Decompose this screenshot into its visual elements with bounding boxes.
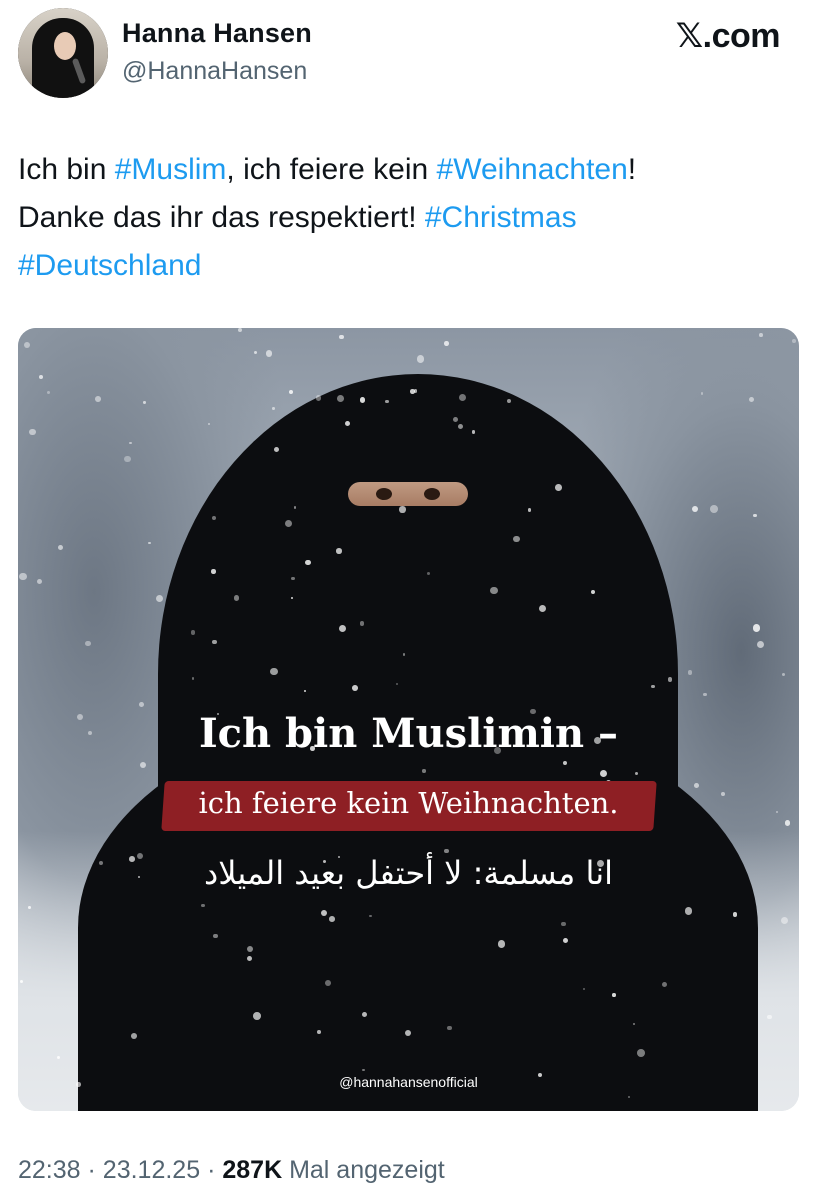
snowflake bbox=[211, 569, 216, 574]
snowflake bbox=[156, 594, 164, 602]
snowflake bbox=[513, 535, 520, 542]
image-arabic-text: انا مسلمة: لا أحتفل بعيد الميلاد bbox=[203, 854, 614, 892]
snowflake bbox=[703, 692, 707, 697]
snowflake bbox=[143, 401, 146, 404]
snowflake bbox=[253, 1012, 261, 1020]
snowflake bbox=[416, 355, 425, 363]
avatar-face bbox=[54, 32, 76, 60]
eye-right bbox=[424, 488, 440, 500]
view-count-label: Mal angezeigt bbox=[289, 1156, 445, 1184]
author-handle[interactable]: @HannaHansen bbox=[122, 57, 307, 86]
snowflake bbox=[36, 578, 42, 585]
snowflake bbox=[443, 340, 449, 346]
snowflake bbox=[352, 684, 359, 691]
snowflake bbox=[95, 396, 101, 403]
author-name[interactable]: Hanna Hansen bbox=[122, 18, 312, 49]
snowflake bbox=[56, 1055, 60, 1059]
meta-separator: · bbox=[87, 1156, 96, 1184]
snowflake bbox=[752, 624, 760, 632]
tweet-meta: 22:38 · 23.12.25 · 287K Mal angezeigt bbox=[18, 1156, 445, 1185]
snowflake bbox=[422, 769, 426, 773]
snowflake bbox=[636, 1049, 645, 1057]
tweet-text-segment: Danke das ihr das respektiert! bbox=[18, 201, 425, 234]
snowflake bbox=[687, 669, 693, 675]
avatar[interactable] bbox=[18, 8, 108, 98]
snowflake bbox=[269, 667, 278, 676]
snowflake bbox=[293, 506, 296, 509]
tweet-text: Ich bin #Muslim, ich feiere kein #Weihna… bbox=[18, 146, 798, 290]
snowflake bbox=[661, 981, 668, 987]
snowflake bbox=[362, 1011, 368, 1017]
hashtag-weihnachten[interactable]: #Weihnachten bbox=[437, 153, 628, 186]
snowflake bbox=[253, 350, 257, 354]
eye-left bbox=[376, 488, 392, 500]
tweet-date[interactable]: 23.12.25 bbox=[103, 1156, 200, 1184]
snowflake bbox=[23, 342, 30, 348]
snowflake bbox=[562, 938, 568, 944]
snowflake bbox=[634, 771, 638, 775]
x-logo: 𝕏.com bbox=[675, 17, 781, 55]
image-subline: ich feiere kein Weihnachten. bbox=[198, 786, 619, 820]
tweet-text-segment: ! bbox=[627, 153, 637, 186]
tweet-text-segment: Ich bin bbox=[18, 153, 115, 186]
snowflake bbox=[29, 428, 36, 435]
snowflake bbox=[561, 921, 566, 927]
snowflake bbox=[612, 993, 616, 997]
snowflake bbox=[321, 909, 328, 916]
snowflake bbox=[212, 933, 218, 939]
snowflake bbox=[600, 769, 608, 777]
snowflake bbox=[506, 398, 511, 403]
tweet-image[interactable]: Ich bin Muslimin – ich feiere kein Weihn… bbox=[18, 328, 799, 1111]
snowflake bbox=[684, 907, 693, 915]
snowflake bbox=[444, 848, 449, 854]
snowflake bbox=[329, 916, 335, 922]
hashtag-deutschland[interactable]: #Deutschland bbox=[18, 249, 201, 282]
snowflake bbox=[555, 484, 562, 491]
tweet-time[interactable]: 22:38 bbox=[18, 1156, 81, 1184]
snowflake bbox=[700, 392, 704, 395]
snowflake bbox=[337, 394, 345, 402]
snowflake bbox=[265, 350, 273, 357]
snowflake bbox=[785, 820, 791, 826]
tweet-text-segment: , ich feiere kein bbox=[226, 153, 437, 186]
figure-eyes bbox=[348, 482, 468, 506]
snowflake bbox=[490, 586, 498, 595]
snowflake bbox=[791, 338, 796, 343]
snowflake bbox=[325, 979, 331, 986]
meta-separator: · bbox=[207, 1156, 216, 1184]
snowflake bbox=[402, 653, 406, 656]
snowflake bbox=[527, 508, 531, 512]
snowflake bbox=[446, 1025, 452, 1031]
view-count[interactable]: 287K bbox=[222, 1156, 282, 1184]
snowflake bbox=[336, 548, 342, 554]
snowflake bbox=[208, 422, 211, 425]
snowflake bbox=[84, 640, 91, 647]
snowflake bbox=[58, 544, 64, 550]
image-headline: Ich bin Muslimin – bbox=[198, 710, 619, 757]
hashtag-muslim[interactable]: #Muslim bbox=[115, 153, 227, 186]
snowflake bbox=[458, 393, 466, 402]
hashtag-christmas[interactable]: #Christmas bbox=[425, 201, 577, 234]
snowflake bbox=[272, 407, 275, 410]
snowflake bbox=[759, 333, 763, 338]
snowflake bbox=[290, 596, 293, 600]
snowflake bbox=[732, 912, 738, 917]
snowflake bbox=[691, 506, 698, 513]
snowflake bbox=[339, 334, 345, 340]
snowflake bbox=[399, 506, 406, 513]
image-credit: @hannahansenofficial bbox=[339, 1074, 478, 1090]
snowflake bbox=[191, 677, 195, 680]
snowflake bbox=[123, 455, 131, 463]
